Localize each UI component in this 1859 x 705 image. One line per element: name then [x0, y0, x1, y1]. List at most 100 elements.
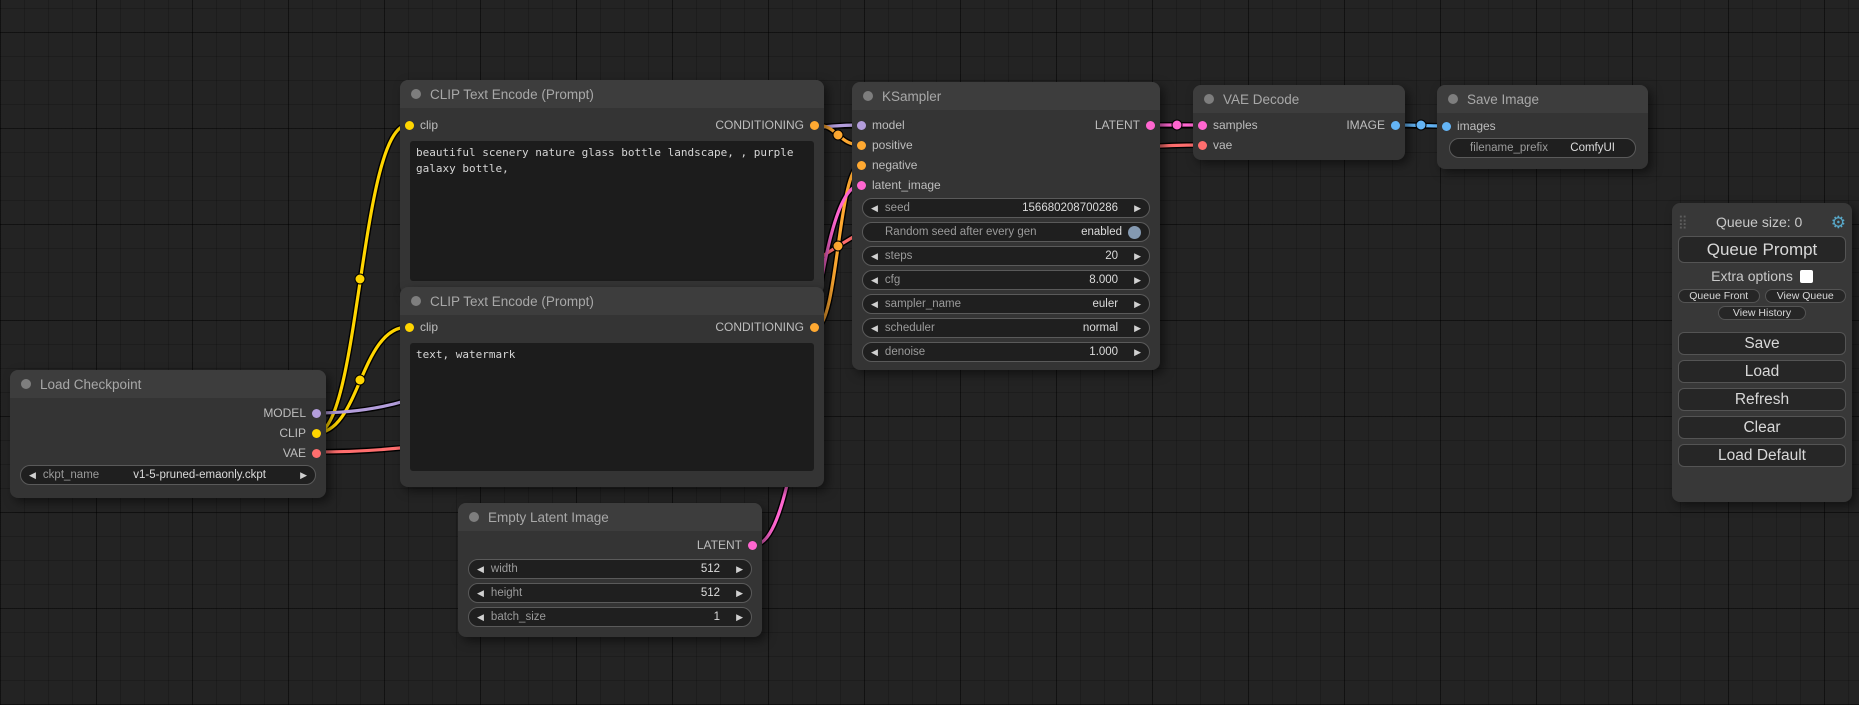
output-label-vae: VAE — [283, 446, 306, 460]
denoise-widget[interactable]: ◀ denoise 1.000 ▶ — [862, 342, 1150, 362]
decrement-arrow-icon[interactable]: ◀ — [477, 589, 484, 598]
queue-front-button[interactable]: Queue Front — [1678, 289, 1760, 303]
increment-arrow-icon[interactable]: ▶ — [1134, 324, 1141, 333]
positive-input-port[interactable] — [857, 141, 866, 150]
vae-input-port[interactable] — [1198, 141, 1207, 150]
decrement-arrow-icon[interactable]: ◀ — [871, 204, 878, 213]
node-title: CLIP Text Encode (Prompt) — [430, 294, 594, 309]
output-label-model: MODEL — [263, 406, 306, 420]
collapse-dot-icon[interactable] — [411, 296, 421, 306]
node-titlebar[interactable]: KSampler — [852, 82, 1160, 110]
node-titlebar[interactable]: CLIP Text Encode (Prompt) — [400, 80, 824, 108]
prompt-text-input[interactable]: beautiful scenery nature glass bottle la… — [410, 141, 814, 281]
width-widget[interactable]: ◀ width 512 ▶ — [468, 559, 752, 579]
node-titlebar[interactable]: Save Image — [1437, 85, 1648, 113]
increment-arrow-icon[interactable]: ▶ — [736, 589, 743, 598]
cfg-widget[interactable]: ◀ cfg 8.000 ▶ — [862, 270, 1150, 290]
settings-gear-icon[interactable]: ⚙ — [1831, 214, 1846, 231]
clip-input-port[interactable] — [405, 121, 414, 130]
collapse-dot-icon[interactable] — [411, 89, 421, 99]
view-history-button[interactable]: View History — [1718, 306, 1806, 320]
image-output-port[interactable] — [1391, 121, 1400, 130]
widget-value: 8.000 — [1089, 274, 1118, 286]
queue-prompt-button[interactable]: Queue Prompt — [1678, 236, 1846, 263]
filename-prefix-widget[interactable]: filename_prefix ComfyUI — [1449, 138, 1636, 158]
scheduler-widget[interactable]: ◀ scheduler normal ▶ — [862, 318, 1150, 338]
increment-arrow-icon[interactable]: ▶ — [1134, 348, 1141, 357]
widget-label: scheduler — [885, 322, 935, 334]
output-label-latent: LATENT — [697, 538, 742, 552]
vae-output-port[interactable] — [312, 449, 321, 458]
extra-options-checkbox[interactable] — [1800, 270, 1813, 283]
decrement-arrow-icon[interactable]: ◀ — [871, 324, 878, 333]
decrement-arrow-icon[interactable]: ◀ — [871, 348, 878, 357]
random-seed-toggle-widget[interactable]: Random seed after every gen enabled — [862, 222, 1150, 242]
negative-input-port[interactable] — [857, 161, 866, 170]
ckpt-name-widget[interactable]: ◀ ckpt_name v1-5-pruned-emaonly.ckpt ▶ — [20, 465, 316, 485]
widget-value: 512 — [701, 587, 720, 599]
clip-input-port[interactable] — [405, 323, 414, 332]
decrement-arrow-icon[interactable]: ◀ — [871, 276, 878, 285]
increment-arrow-icon[interactable]: ▶ — [1134, 204, 1141, 213]
node-ksampler[interactable]: KSampler model LATENT positive negative … — [852, 82, 1160, 370]
drag-handle-icon[interactable]: ⣿ — [1678, 214, 1688, 230]
widget-label: batch_size — [491, 611, 546, 623]
latent-output-port[interactable] — [1146, 121, 1155, 130]
link-midpoint-dot — [833, 241, 843, 251]
conditioning-output-port[interactable] — [810, 121, 819, 130]
decrement-arrow-icon[interactable]: ◀ — [871, 300, 878, 309]
save-button[interactable]: Save — [1678, 332, 1846, 355]
images-input-port[interactable] — [1442, 122, 1451, 131]
refresh-button[interactable]: Refresh — [1678, 388, 1846, 411]
node-titlebar[interactable]: CLIP Text Encode (Prompt) — [400, 287, 824, 315]
batch-size-widget[interactable]: ◀ batch_size 1 ▶ — [468, 607, 752, 627]
node-titlebar[interactable]: Empty Latent Image — [458, 503, 762, 531]
decrement-arrow-icon[interactable]: ◀ — [29, 471, 36, 480]
widget-label: Random seed after every gen — [885, 226, 1037, 238]
latent-output-port[interactable] — [748, 541, 757, 550]
collapse-dot-icon[interactable] — [469, 512, 479, 522]
widget-value: ComfyUI — [1570, 142, 1615, 154]
node-save-image[interactable]: Save Image images filename_prefix ComfyU… — [1437, 85, 1648, 169]
sampler-name-widget[interactable]: ◀ sampler_name euler ▶ — [862, 294, 1150, 314]
node-load-checkpoint[interactable]: Load Checkpoint MODEL CLIP VAE ◀ ckpt_na… — [10, 370, 326, 498]
latent-image-input-port[interactable] — [857, 181, 866, 190]
node-vae-decode[interactable]: VAE Decode samples IMAGE vae — [1193, 85, 1405, 160]
node-titlebar[interactable]: Load Checkpoint — [10, 370, 326, 398]
clip-output-port[interactable] — [312, 429, 321, 438]
node-clip-text-encode-positive[interactable]: CLIP Text Encode (Prompt) clip CONDITION… — [400, 80, 824, 294]
increment-arrow-icon[interactable]: ▶ — [736, 565, 743, 574]
node-clip-text-encode-negative[interactable]: CLIP Text Encode (Prompt) clip CONDITION… — [400, 287, 824, 487]
link-midpoint-dot — [355, 375, 365, 385]
increment-arrow-icon[interactable]: ▶ — [1134, 300, 1141, 309]
model-input-port[interactable] — [857, 121, 866, 130]
increment-arrow-icon[interactable]: ▶ — [736, 613, 743, 622]
input-label-latent-image: latent_image — [872, 178, 941, 192]
load-button[interactable]: Load — [1678, 360, 1846, 383]
collapse-dot-icon[interactable] — [21, 379, 31, 389]
collapse-dot-icon[interactable] — [1204, 94, 1214, 104]
node-title: Load Checkpoint — [40, 377, 141, 392]
clear-button[interactable]: Clear — [1678, 416, 1846, 439]
node-empty-latent-image[interactable]: Empty Latent Image LATENT ◀ width 512 ▶ … — [458, 503, 762, 637]
decrement-arrow-icon[interactable]: ◀ — [477, 613, 484, 622]
load-default-button[interactable]: Load Default — [1678, 444, 1846, 467]
samples-input-port[interactable] — [1198, 121, 1207, 130]
widget-label: ckpt_name — [43, 469, 99, 481]
decrement-arrow-icon[interactable]: ◀ — [477, 565, 484, 574]
collapse-dot-icon[interactable] — [863, 91, 873, 101]
seed-widget[interactable]: ◀ seed 156680208700286 ▶ — [862, 198, 1150, 218]
prompt-text-input[interactable]: text, watermark — [410, 343, 814, 471]
view-queue-button[interactable]: View Queue — [1765, 289, 1847, 303]
decrement-arrow-icon[interactable]: ◀ — [871, 252, 878, 261]
height-widget[interactable]: ◀ height 512 ▶ — [468, 583, 752, 603]
toggle-knob-icon[interactable] — [1128, 226, 1141, 239]
increment-arrow-icon[interactable]: ▶ — [1134, 276, 1141, 285]
conditioning-output-port[interactable] — [810, 323, 819, 332]
steps-widget[interactable]: ◀ steps 20 ▶ — [862, 246, 1150, 266]
model-output-port[interactable] — [312, 409, 321, 418]
increment-arrow-icon[interactable]: ▶ — [300, 471, 307, 480]
increment-arrow-icon[interactable]: ▶ — [1134, 252, 1141, 261]
node-titlebar[interactable]: VAE Decode — [1193, 85, 1405, 113]
collapse-dot-icon[interactable] — [1448, 94, 1458, 104]
